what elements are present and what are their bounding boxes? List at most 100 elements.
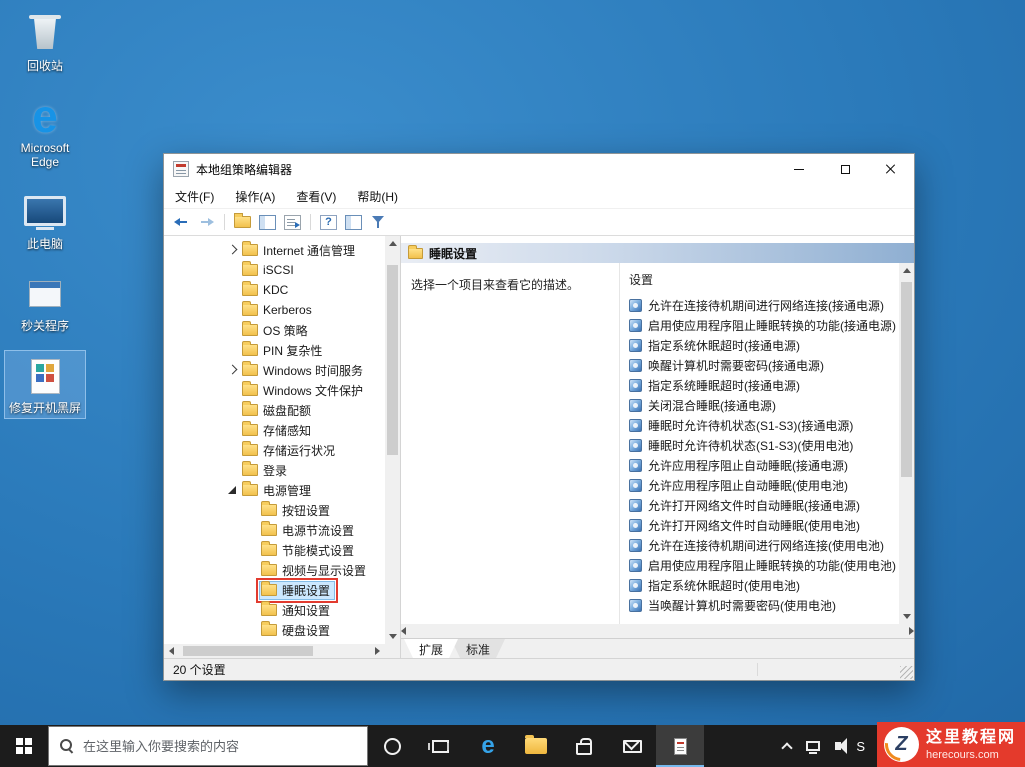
tree-item-body[interactable]: 通知设置 bbox=[259, 601, 335, 620]
tree-item-16[interactable]: 视频与显示设置 bbox=[164, 560, 385, 580]
tab-extended[interactable]: 扩展 bbox=[404, 639, 458, 658]
tree-item-15[interactable]: 节能模式设置 bbox=[164, 540, 385, 560]
tree-item-body[interactable]: PIN 复杂性 bbox=[240, 341, 327, 360]
scroll-down-button[interactable] bbox=[385, 629, 400, 644]
tree-item-17[interactable]: 睡眠设置 bbox=[164, 577, 385, 603]
tree-item-8[interactable]: 磁盘配额 bbox=[164, 400, 385, 420]
tree-item-body[interactable]: iSCSI bbox=[240, 261, 299, 278]
tree-item-2[interactable]: KDC bbox=[164, 280, 385, 300]
tree-item-6[interactable]: Windows 时间服务 bbox=[164, 360, 385, 380]
gpedit-taskbar-button[interactable] bbox=[656, 725, 704, 767]
search-input[interactable] bbox=[83, 738, 356, 754]
tab-standard[interactable]: 标准 bbox=[451, 639, 505, 658]
tree-item-19[interactable]: 硬盘设置 bbox=[164, 620, 385, 640]
chevron-right-icon[interactable] bbox=[224, 362, 240, 378]
tree-vertical-scrollbar[interactable] bbox=[385, 236, 400, 644]
settings-vertical-scrollbar[interactable] bbox=[899, 263, 914, 624]
setting-item-8[interactable]: 允许应用程序阻止自动睡眠(接通电源) bbox=[620, 455, 899, 475]
settings-column-header[interactable]: 设置 bbox=[620, 263, 899, 295]
setting-item-5[interactable]: 关闭混合睡眠(接通电源) bbox=[620, 395, 899, 415]
setting-item-3[interactable]: 唤醒计算机时需要密码(接通电源) bbox=[620, 355, 899, 375]
file-explorer-button[interactable] bbox=[512, 725, 560, 767]
setting-item-0[interactable]: 允许在连接待机期间进行网络连接(接通电源) bbox=[620, 295, 899, 315]
menu-file[interactable]: 文件(F) bbox=[175, 188, 214, 205]
scroll-right-button[interactable] bbox=[909, 624, 914, 638]
tree-item-3[interactable]: Kerberos bbox=[164, 300, 385, 320]
desktop-icon-this-pc[interactable]: 此电脑 bbox=[4, 186, 86, 255]
tree-item-body[interactable]: 硬盘设置 bbox=[259, 621, 335, 640]
back-button[interactable] bbox=[173, 214, 190, 230]
tree-item-body[interactable]: 按钮设置 bbox=[259, 501, 335, 520]
tree-item-body[interactable]: Internet 通信管理 bbox=[240, 241, 360, 260]
start-button[interactable] bbox=[0, 725, 48, 767]
tree-item-4[interactable]: OS 策略 bbox=[164, 320, 385, 340]
show-console-tree-button[interactable] bbox=[259, 214, 276, 230]
tree-horizontal-scrollbar[interactable] bbox=[164, 644, 385, 658]
tree-item-body[interactable]: 电源节流设置 bbox=[259, 521, 359, 540]
chevron-down-icon[interactable] bbox=[224, 482, 240, 498]
edge-taskbar-button[interactable] bbox=[464, 725, 512, 767]
tree-item-12[interactable]: 电源管理 bbox=[164, 480, 385, 500]
scroll-right-button[interactable] bbox=[370, 644, 385, 658]
resize-grip[interactable] bbox=[900, 666, 913, 679]
tree-item-body[interactable]: Kerberos bbox=[240, 301, 317, 318]
tree-item-9[interactable]: 存储感知 bbox=[164, 420, 385, 440]
tree-item-10[interactable]: 存储运行状况 bbox=[164, 440, 385, 460]
hidden-icons-chevron[interactable] bbox=[781, 741, 793, 754]
help-button[interactable] bbox=[320, 214, 337, 230]
tree-item-1[interactable]: iSCSI bbox=[164, 260, 385, 280]
forward-button[interactable] bbox=[198, 214, 215, 230]
scroll-up-button[interactable] bbox=[385, 236, 400, 251]
tree-item-body[interactable]: 睡眠设置 bbox=[255, 577, 339, 603]
setting-item-14[interactable]: 指定系统休眠超时(使用电池) bbox=[620, 575, 899, 595]
setting-item-1[interactable]: 启用使应用程序阻止睡眠转换的功能(接通电源) bbox=[620, 315, 899, 335]
setting-item-11[interactable]: 允许打开网络文件时自动睡眠(使用电池) bbox=[620, 515, 899, 535]
filter-button[interactable] bbox=[370, 215, 387, 230]
tree-item-11[interactable]: 登录 bbox=[164, 460, 385, 480]
desktop-icon-fix-doc[interactable]: 修复开机黑屏 bbox=[4, 350, 86, 419]
setting-item-12[interactable]: 允许在连接待机期间进行网络连接(使用电池) bbox=[620, 535, 899, 555]
desktop-icon-edge[interactable]: Microsoft Edge bbox=[4, 90, 86, 173]
tree-item-body[interactable]: 登录 bbox=[240, 461, 292, 480]
tree-item-body[interactable]: 视频与显示设置 bbox=[259, 561, 371, 580]
tree-item-body[interactable]: 磁盘配额 bbox=[240, 401, 316, 420]
scrollbar-track[interactable] bbox=[179, 644, 370, 658]
window-titlebar[interactable]: 本地组策略编辑器 bbox=[164, 154, 914, 184]
menu-view[interactable]: 查看(V) bbox=[296, 188, 336, 205]
setting-item-13[interactable]: 启用使应用程序阻止睡眠转换的功能(使用电池) bbox=[620, 555, 899, 575]
scrollbar-track[interactable] bbox=[385, 251, 400, 629]
close-button[interactable] bbox=[868, 154, 914, 184]
tree-item-5[interactable]: PIN 复杂性 bbox=[164, 340, 385, 360]
tree-item-body[interactable]: Windows 时间服务 bbox=[240, 361, 368, 380]
store-button[interactable] bbox=[560, 725, 608, 767]
scrollbar-thumb[interactable] bbox=[387, 265, 398, 455]
taskbar-search[interactable] bbox=[48, 726, 368, 766]
task-view-button[interactable] bbox=[416, 725, 464, 767]
tree-item-body[interactable]: Windows 文件保护 bbox=[240, 381, 368, 400]
setting-item-15[interactable]: 当唤醒计算机时需要密码(使用电池) bbox=[620, 595, 899, 615]
chevron-right-icon[interactable] bbox=[224, 242, 240, 258]
desktop-icon-app-window[interactable]: 秒关程序 bbox=[4, 268, 86, 337]
network-icon[interactable] bbox=[806, 741, 821, 754]
tree-item-body[interactable]: OS 策略 bbox=[240, 321, 313, 340]
cortana-button[interactable] bbox=[368, 725, 416, 767]
desktop-icon-recycle-bin[interactable]: 回收站 bbox=[4, 8, 86, 77]
show-action-pane-button[interactable] bbox=[345, 214, 362, 230]
settings-horizontal-scrollbar[interactable] bbox=[401, 624, 914, 638]
ime-indicator[interactable]: S bbox=[856, 739, 865, 754]
setting-item-6[interactable]: 睡眠时允许待机状态(S1-S3)(接通电源) bbox=[620, 415, 899, 435]
setting-item-4[interactable]: 指定系统睡眠超时(接通电源) bbox=[620, 375, 899, 395]
tree-item-body[interactable]: KDC bbox=[240, 281, 293, 298]
menu-action[interactable]: 操作(A) bbox=[235, 188, 275, 205]
tree-item-13[interactable]: 按钮设置 bbox=[164, 500, 385, 520]
scroll-up-button[interactable] bbox=[899, 263, 914, 278]
setting-item-2[interactable]: 指定系统休眠超时(接通电源) bbox=[620, 335, 899, 355]
up-one-level-button[interactable] bbox=[234, 213, 251, 228]
tree-item-18[interactable]: 通知设置 bbox=[164, 600, 385, 620]
tree-item-body[interactable]: 存储运行状况 bbox=[240, 441, 340, 460]
tree-item-body[interactable]: 存储感知 bbox=[240, 421, 316, 440]
setting-item-7[interactable]: 睡眠时允许待机状态(S1-S3)(使用电池) bbox=[620, 435, 899, 455]
export-list-button[interactable] bbox=[284, 214, 301, 230]
scrollbar-track[interactable] bbox=[899, 278, 914, 609]
scroll-left-button[interactable] bbox=[164, 644, 179, 658]
